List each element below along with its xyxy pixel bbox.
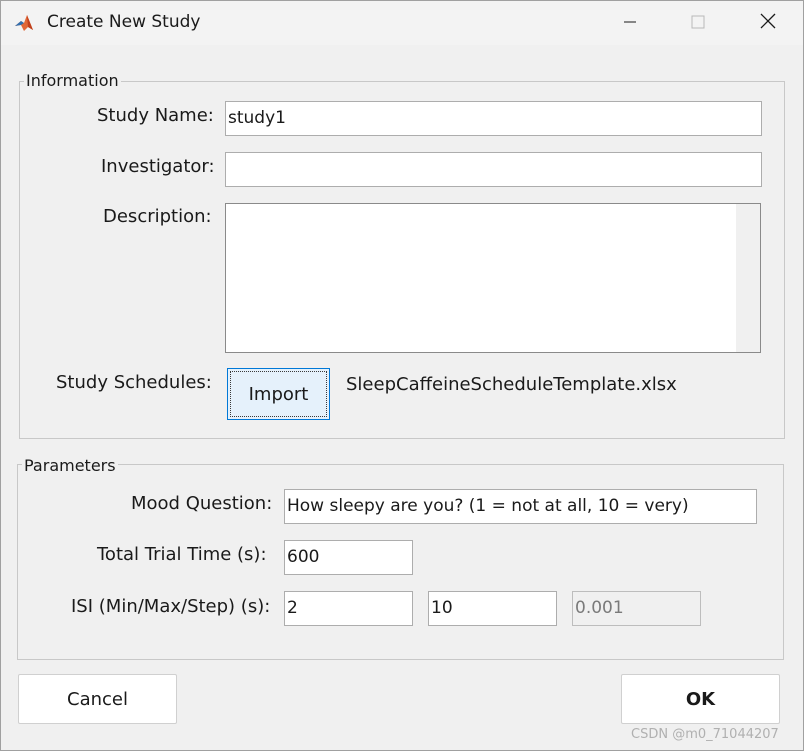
total-trial-time-input[interactable]: 600 <box>284 540 413 575</box>
title-bar[interactable]: Create New Study <box>1 1 803 45</box>
isi-min-input[interactable]: 2 <box>284 591 413 626</box>
study-name-label: Study Name: <box>97 105 214 126</box>
close-icon <box>760 13 776 33</box>
matlab-logo-icon <box>13 12 35 34</box>
description-scrollbar[interactable] <box>736 204 760 352</box>
minimize-button[interactable] <box>595 1 665 45</box>
description-label: Description: <box>103 206 212 227</box>
investigator-label: Investigator: <box>101 156 215 177</box>
information-legend: Information <box>24 71 121 90</box>
maximize-icon <box>691 14 705 33</box>
study-schedules-label: Study Schedules: <box>56 372 212 393</box>
import-button[interactable]: Import <box>227 368 330 420</box>
window-title: Create New Study <box>47 12 201 32</box>
close-button[interactable] <box>733 1 803 45</box>
parameters-legend: Parameters <box>22 456 118 475</box>
schedule-file-name: SleepCaffeineScheduleTemplate.xlsx <box>346 374 677 395</box>
total-trial-time-label: Total Trial Time (s): <box>97 544 267 565</box>
isi-step-input: 0.001 <box>572 591 701 626</box>
isi-max-input[interactable]: 10 <box>428 591 557 626</box>
investigator-input[interactable] <box>225 152 762 187</box>
maximize-button[interactable] <box>663 1 733 45</box>
mood-question-input[interactable]: How sleepy are you? (1 = not at all, 10 … <box>284 489 757 524</box>
minimize-icon <box>623 14 637 33</box>
ok-button[interactable]: OK <box>621 674 780 724</box>
isi-label: ISI (Min/Max/Step) (s): <box>71 596 271 617</box>
mood-question-label: Mood Question: <box>131 493 273 514</box>
description-textarea[interactable] <box>225 203 761 353</box>
watermark-text: CSDN @m0_71044207 <box>631 727 779 742</box>
dialog-window: Create New Study Information Study Name:… <box>0 0 804 751</box>
cancel-button[interactable]: Cancel <box>18 674 177 724</box>
study-name-input[interactable]: study1 <box>225 101 762 136</box>
